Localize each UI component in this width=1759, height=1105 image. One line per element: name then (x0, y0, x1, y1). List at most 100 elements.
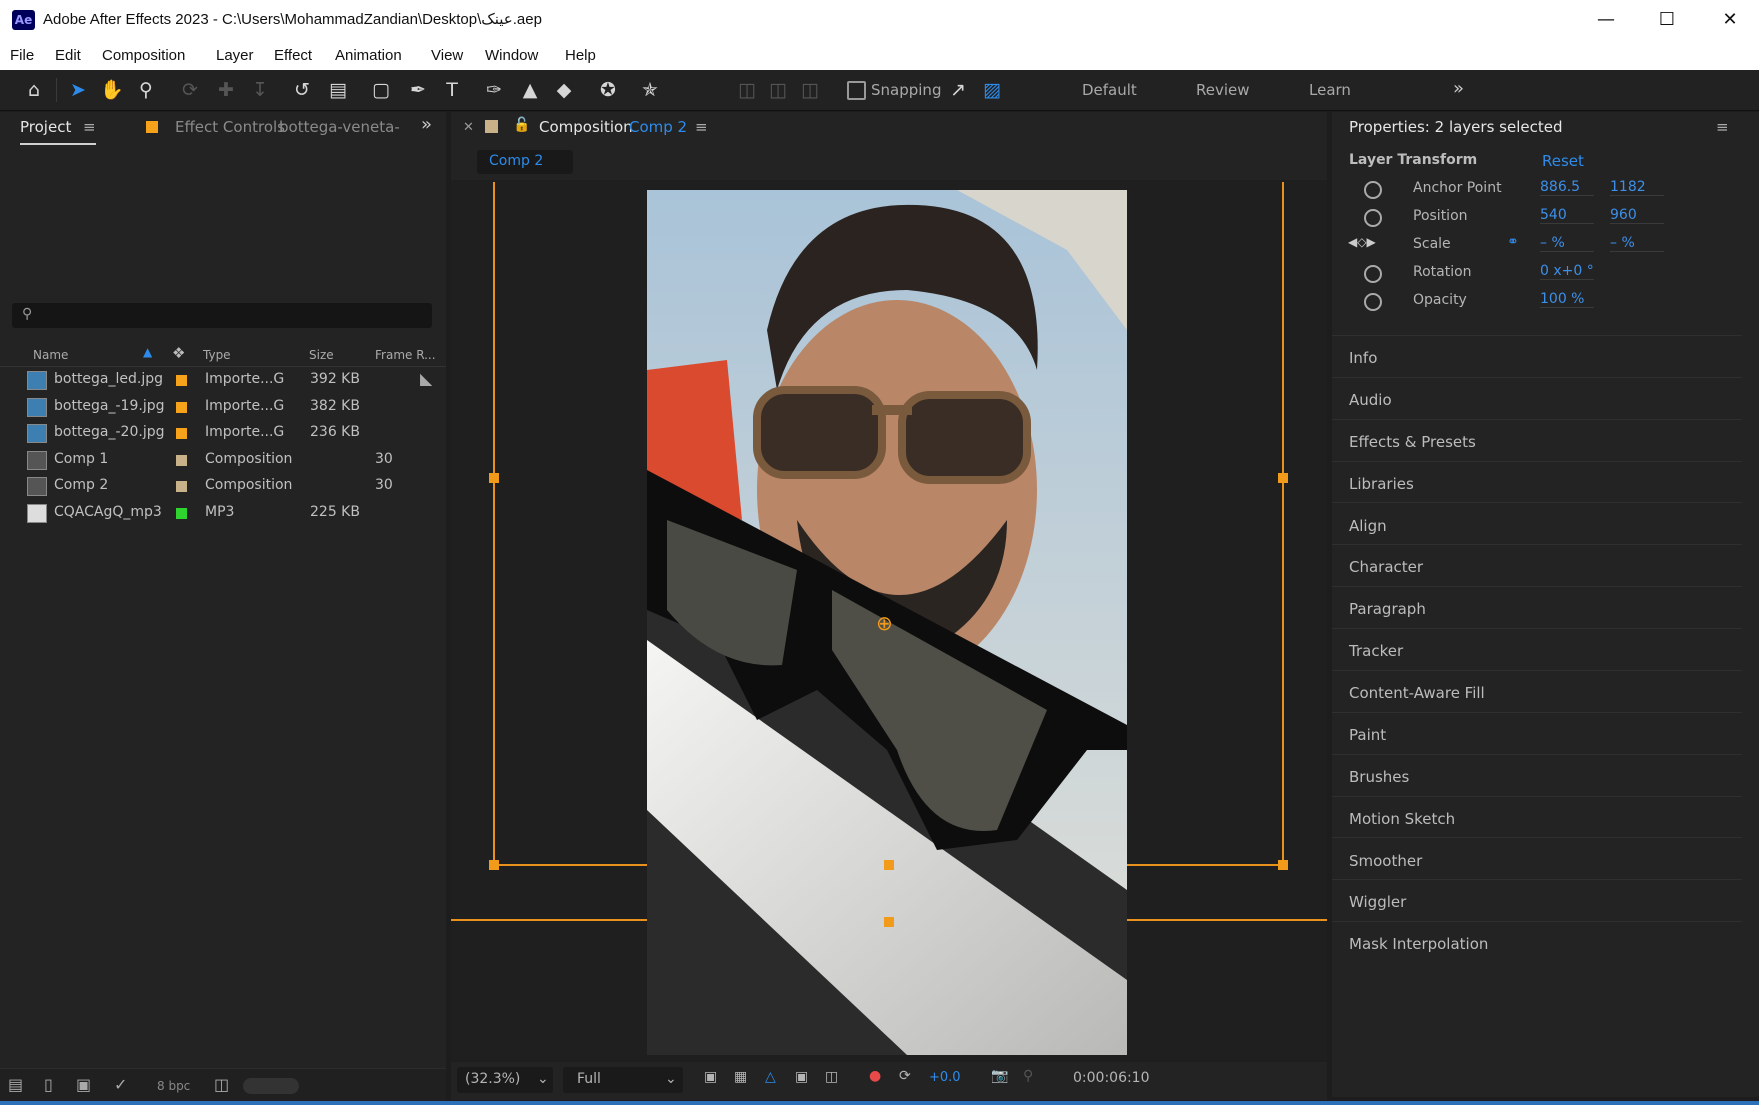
label-color-swatch[interactable] (176, 402, 187, 413)
workspace-overflow-icon[interactable]: » (1453, 78, 1464, 99)
magnification-dropdown[interactable]: (32.3%) ⌄ (457, 1067, 553, 1093)
pan-behind-icon[interactable]: ▤ (324, 76, 352, 104)
menu-animation[interactable]: Animation (335, 47, 402, 64)
zoom-tool-icon[interactable]: ⚲ (132, 76, 160, 104)
label-color-swatch[interactable] (176, 481, 187, 492)
minimize-icon[interactable]: — (1586, 6, 1626, 34)
panel-audio[interactable]: Audio (1349, 391, 1392, 409)
layer-handle[interactable] (884, 917, 894, 927)
clone-stamp-icon[interactable]: ▲ (516, 76, 544, 104)
label-color-swatch[interactable] (176, 508, 187, 519)
interpret-footage-icon[interactable]: ▤ (8, 1075, 23, 1094)
thumbnail-size-slider[interactable] (243, 1078, 299, 1094)
puppet-pin-icon[interactable]: ✯ (636, 76, 664, 104)
project-item-row[interactable]: bottega_-19.jpg Importe...G 382 KB (22, 394, 422, 420)
anchor-point-y[interactable]: 1182 (1610, 179, 1664, 196)
pan-camera-icon[interactable]: ✚ (212, 76, 240, 104)
dolly-camera-icon[interactable]: ↧ (246, 76, 274, 104)
panel-info[interactable]: Info (1349, 349, 1377, 367)
menu-view[interactable]: View (431, 47, 463, 64)
snap-edge-icon[interactable]: ↗ (944, 76, 972, 104)
mask-visibility-icon[interactable]: △ (765, 1069, 776, 1085)
workspace-learn[interactable]: Learn (1309, 81, 1351, 99)
panel-tracker[interactable]: Tracker (1349, 642, 1403, 660)
rectangle-tool-icon[interactable]: ▢ (367, 76, 395, 104)
align-center-icon[interactable]: ◫ (764, 76, 792, 104)
anchor-point-icon[interactable]: ⊕ (876, 611, 893, 635)
panel-character[interactable]: Character (1349, 558, 1423, 576)
panel-align[interactable]: Align (1349, 517, 1387, 535)
project-item-row[interactable]: bottega_-20.jpg Importe...G 236 KB (22, 420, 422, 446)
menu-layer[interactable]: Layer (216, 47, 254, 64)
panel-effects-presets[interactable]: Effects & Presets (1349, 433, 1476, 451)
menu-window[interactable]: Window (485, 47, 538, 64)
keyframe-navigator-icon[interactable]: ◀◇▶ (1348, 235, 1376, 249)
stopwatch-icon[interactable] (1364, 181, 1382, 199)
resolution-dropdown[interactable]: Full ⌄ (563, 1067, 683, 1093)
trash-icon[interactable]: ◫ (214, 1075, 229, 1094)
column-frame-rate[interactable]: Frame R... (375, 348, 436, 362)
panel-motion-sketch[interactable]: Motion Sketch (1349, 810, 1455, 828)
panel-libraries[interactable]: Libraries (1349, 475, 1414, 493)
tab-project[interactable]: Project (20, 118, 71, 136)
region-of-interest-icon[interactable]: ▣ (795, 1069, 808, 1085)
close-icon[interactable]: ✕ (1710, 6, 1750, 34)
reset-button[interactable]: Reset (1542, 152, 1584, 170)
column-name[interactable]: Name (33, 348, 68, 362)
column-type[interactable]: Type (203, 348, 231, 362)
panel-wiggler[interactable]: Wiggler (1349, 893, 1406, 911)
snapping-checkbox[interactable] (847, 81, 866, 100)
roto-brush-icon[interactable]: ✪ (594, 76, 622, 104)
menu-help[interactable]: Help (565, 47, 596, 64)
composition-menu-icon[interactable]: ≡ (695, 118, 708, 136)
anchor-point-x[interactable]: 886.5 (1540, 179, 1594, 196)
layer-handle[interactable] (1278, 473, 1288, 483)
project-item-row[interactable]: CQACAgQ_mp3 MP3 225 KB (22, 500, 422, 526)
label-color-swatch[interactable] (176, 455, 187, 466)
label-color-swatch[interactable] (176, 375, 187, 386)
stopwatch-icon[interactable] (1364, 209, 1382, 227)
fast-previews-icon[interactable]: ▣ (704, 1069, 717, 1085)
layer-handle[interactable] (1278, 860, 1288, 870)
scale-y[interactable]: – % (1610, 235, 1664, 252)
hand-tool-icon[interactable]: ✋ (98, 76, 126, 104)
exposure-value[interactable]: +0.0 (929, 1070, 961, 1085)
rotation-value[interactable]: 0 x+0 ° (1540, 263, 1594, 280)
comp-breadcrumb[interactable]: Comp 2 (477, 150, 573, 174)
opacity-value[interactable]: 100 % (1540, 291, 1594, 308)
type-tool-icon[interactable]: T (438, 76, 466, 104)
layer-handle[interactable] (489, 860, 499, 870)
panel-smoother[interactable]: Smoother (1349, 852, 1422, 870)
composition-tab-label[interactable]: Composition (539, 118, 633, 136)
menu-composition[interactable]: Composition (102, 47, 185, 64)
constrain-proportions-icon[interactable]: ⚭ (1507, 234, 1519, 250)
transparency-grid-icon[interactable]: ▦ (734, 1069, 747, 1085)
new-folder-icon[interactable]: ▯ (44, 1075, 53, 1094)
label-tag-icon[interactable]: ❖ (172, 344, 185, 362)
close-tab-icon[interactable]: ✕ (463, 120, 474, 135)
menu-edit[interactable]: Edit (55, 47, 81, 64)
align-right-icon[interactable]: ◫ (796, 76, 824, 104)
snap-feature-icon[interactable]: ▨ (978, 76, 1006, 104)
project-item-row[interactable]: Comp 1 Composition 30 (22, 447, 422, 473)
home-icon[interactable]: ⌂ (20, 76, 48, 104)
panel-content-aware-fill[interactable]: Content-Aware Fill (1349, 684, 1485, 702)
menu-file[interactable]: File (10, 47, 34, 64)
project-item-row[interactable]: Comp 2 Composition 30 (22, 473, 422, 499)
lock-icon[interactable]: 🔓 (513, 117, 530, 133)
project-menu-icon[interactable]: ≡ (83, 118, 96, 136)
show-snapshot-icon[interactable]: ⚲ (1023, 1068, 1033, 1084)
adjust-project-settings-icon[interactable]: ✓ (114, 1075, 127, 1094)
position-y[interactable]: 960 (1610, 207, 1664, 224)
maximize-icon[interactable]: ☐ (1647, 6, 1687, 34)
snapshot-camera-icon[interactable]: 📷 (991, 1068, 1008, 1084)
selection-tool-icon[interactable]: ➤ (64, 76, 92, 104)
grid-guides-icon[interactable]: ◫ (825, 1069, 838, 1085)
sort-ascending-icon[interactable]: ▲ (143, 345, 152, 359)
layer-handle[interactable] (489, 473, 499, 483)
pen-tool-icon[interactable]: ✒ (404, 76, 432, 104)
panel-overflow-icon[interactable]: » (421, 114, 432, 135)
label-color-swatch[interactable] (176, 428, 187, 439)
orbit-camera-icon[interactable]: ⟳ (176, 76, 204, 104)
stopwatch-icon[interactable] (1364, 293, 1382, 311)
